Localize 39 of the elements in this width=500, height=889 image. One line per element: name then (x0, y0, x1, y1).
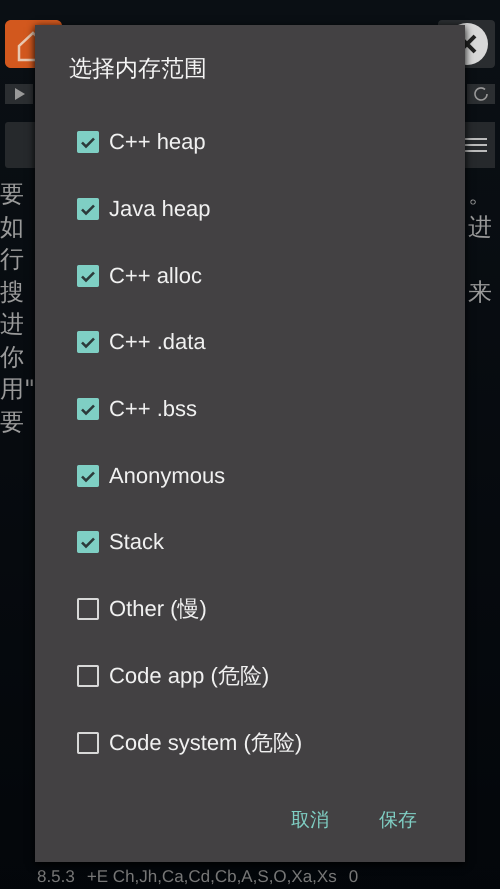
option-label[interactable]: Anonymous (109, 462, 226, 489)
option-label[interactable]: C++ heap (109, 129, 206, 156)
play-button[interactable] (5, 84, 33, 104)
refresh-button[interactable] (467, 84, 495, 104)
text-fragment: 来 (468, 276, 492, 308)
text-fragment: 要 (0, 406, 24, 438)
checkbox[interactable] (77, 131, 99, 154)
dialog-title: 选择内存范围 (68, 55, 208, 84)
text-fragment: 搜 (0, 276, 24, 308)
checkbox[interactable] (77, 598, 99, 620)
option-label[interactable]: C++ .data (109, 329, 206, 356)
text-fragment: 如 (0, 212, 24, 242)
option-label[interactable]: Stack (109, 529, 164, 556)
text-fragment: 。 (468, 179, 492, 210)
checkbox[interactable] (77, 198, 99, 220)
checkbox[interactable] (77, 664, 99, 687)
option-label[interactable]: Other (慢) (109, 594, 207, 624)
checkbox[interactable] (77, 264, 99, 287)
checkbox[interactable] (77, 732, 99, 754)
text-fragment: 用" (0, 374, 36, 405)
text-fragment: 要 (0, 179, 24, 210)
text-fragment: 你 (0, 342, 24, 372)
text-fragment: 进 (0, 309, 24, 340)
option-label[interactable]: Code app (危险) (109, 660, 270, 691)
checkbox[interactable] (77, 331, 99, 354)
checkbox[interactable] (77, 531, 99, 554)
text-fragment: 进 (468, 212, 492, 242)
text-fragment: 行 (0, 244, 24, 275)
dialog-button[interactable]: 保存 (373, 803, 423, 837)
dialog-button[interactable]: 取消 (285, 803, 335, 837)
option-label[interactable]: C++ .bss (109, 396, 198, 422)
count-text: 0 (348, 867, 358, 887)
checkbox[interactable] (77, 464, 99, 487)
memory-flags-text: +E Ch,Jh,Ca,Cd,Cb,A,S,O,Xa,Xs (86, 867, 337, 887)
option-label[interactable]: Java heap (109, 196, 211, 222)
checkbox[interactable] (77, 398, 99, 420)
option-label[interactable]: Code system (危险) (109, 728, 302, 758)
option-label[interactable]: C++ alloc (109, 262, 202, 289)
version-text: 8.5.3 (37, 867, 75, 887)
